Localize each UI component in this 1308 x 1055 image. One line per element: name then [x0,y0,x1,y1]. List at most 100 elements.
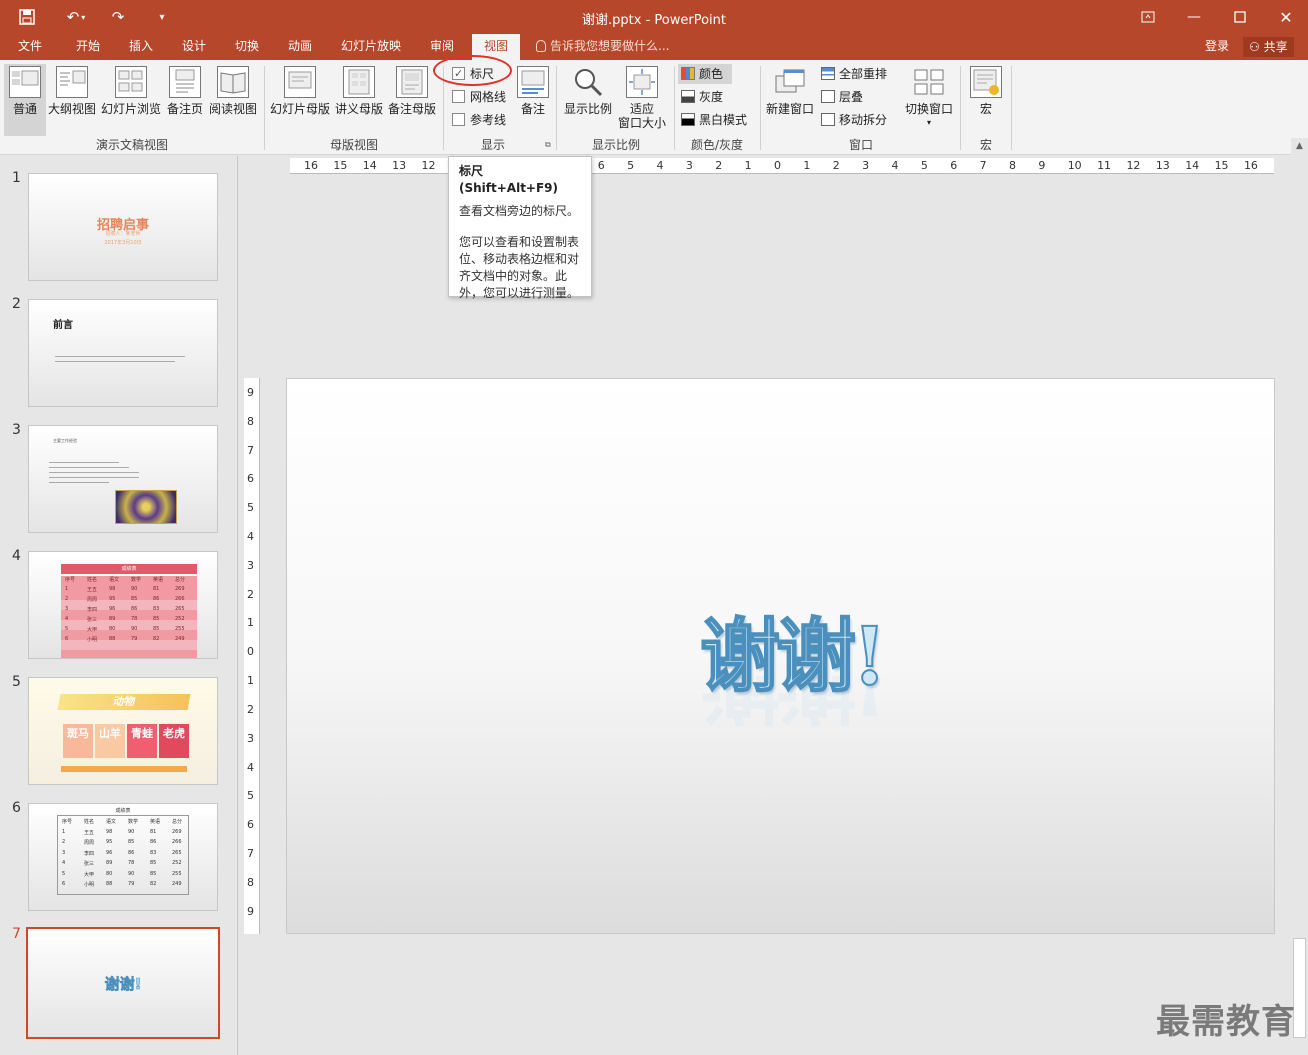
window-title: 谢谢.pptx - PowerPoint [582,13,726,28]
guides-checkbox[interactable]: 参考线 [452,110,506,130]
thumb-table-cell: 86 [150,839,157,845]
slide-thumbnail-6[interactable]: 成绩表 序号 姓名 语文 数学 英语 总分 1 王五 98 90 81 269 2 周周 95 85 86 266… [28,803,218,911]
thumb-table-cell: 96 [109,606,116,612]
dialog-launcher-icon[interactable]: ⧉ [545,140,551,150]
macros-button[interactable]: 宏 [966,64,1006,136]
minimize-icon[interactable]: — [1176,4,1212,30]
new-window-button[interactable]: 新建窗口 [764,64,816,136]
thumb-table-cell: 6 [65,636,69,642]
group-color: 颜色/灰度 [690,138,744,152]
wordart-thanks[interactable]: 谢谢! [699,606,910,706]
outline-view-button[interactable]: 大纲视图 [48,64,96,136]
notes-page-button[interactable]: 备注页 [164,64,206,136]
slide-thumbnail-4[interactable]: 成绩表 序号 姓名 语文 数学 英语 总分 1 王五 98 90 81 269 2 周周 95 85 86 266… [28,551,218,659]
slide-thumbnail-7[interactable]: 谢谢! [26,927,220,1039]
tell-me-box[interactable]: 告诉我您想要做什么... [536,34,669,60]
tab-animations[interactable]: 动画 [280,34,320,60]
color-button[interactable]: 颜色 [678,64,732,84]
thumb-date: 2017年3月10日 [104,240,142,246]
tab-transitions[interactable]: 切换 [227,34,267,60]
tab-file[interactable]: 文件 [10,34,50,60]
reading-view-button[interactable]: 阅读视图 [208,64,258,136]
ruler-tick-label: 5 [247,501,254,515]
login-link[interactable]: 登录 [1205,34,1229,58]
thumb-table-cell: 266 [172,839,182,845]
thumb-table-cell: 85 [150,860,157,866]
slide-thumbnail-1[interactable]: 招聘启事 招聘人：某老师 2017年3月10日 [28,173,218,281]
fit-to-window-button[interactable]: 适应 窗口大小 [616,64,668,136]
thumb-table-cell: 95 [109,596,116,602]
thumb-table-cell: 王五 [84,829,95,836]
person-icon: ⚇ [1249,40,1260,54]
powerpoint-window: ↶ ▾ ↷ ▾ 谢谢.pptx - PowerPoint — ✕ 文件 开始 插… [0,0,1308,1055]
slide-number: 2 [12,296,21,312]
color-swatch-icon [681,67,695,80]
ruler-tick-label: 3 [685,159,693,172]
switch-windows-button[interactable]: 切换窗口 ▾ [902,64,956,136]
close-icon[interactable]: ✕ [1268,4,1304,30]
thumb-table-cell: 姓名 [87,577,98,583]
thumb-table-cell: 90 [131,626,138,632]
share-button[interactable]: ⚇ 共享 [1243,37,1294,57]
normal-view-button[interactable]: 普通 [4,64,46,136]
tab-slideshow[interactable]: 幻灯片放映 [334,34,408,60]
tab-insert[interactable]: 插入 [121,34,161,60]
notes-button[interactable]: 备注 [514,64,552,136]
new-window-label: 新建窗口 [765,102,814,116]
black-white-icon [681,113,695,126]
ribbon-separator [556,66,557,150]
cascade-button[interactable]: 层叠 [821,87,863,107]
slide-sorter-button[interactable]: 幻灯片浏览 [100,64,162,136]
thumb-table-cell: 85 [128,839,135,845]
scroll-up-icon[interactable]: ▲ [1291,138,1308,154]
gridlines-label: 网格线 [470,90,507,104]
fit-label-line1: 适应 [629,102,654,116]
slide-thumbnail-2[interactable]: 前言 [28,299,218,407]
horizontal-ruler[interactable]: 1615141312111098765432101234567891011121… [290,158,1274,174]
ribbon-display-options-icon[interactable] [1130,4,1166,30]
black-white-button[interactable]: 黑白模式 [681,110,747,130]
thumb-table-cell: 266 [175,596,185,602]
ruler-tick-label: 14 [1185,159,1200,172]
zoom-button[interactable]: 显示比例 [562,64,614,136]
tab-home[interactable]: 开始 [68,34,108,60]
dropdown-chevron-icon: ▾ [926,118,931,127]
vertical-scrollbar[interactable]: ▲ [1291,138,1308,1055]
thumb-table-cell: 张三 [87,617,98,623]
ruler-tick-label: 9 [247,386,254,399]
cascade-icon [821,90,835,103]
thumb-table-cell: 265 [175,606,185,612]
ruler-tick-label: 3 [247,731,254,745]
notes-master-button[interactable]: 备注母版 [386,64,438,136]
tab-design[interactable]: 设计 [174,34,214,60]
grayscale-button[interactable]: 灰度 [681,87,723,107]
handout-master-button[interactable]: 讲义母版 [334,64,384,136]
group-macros: 宏 [979,138,992,152]
ruler-tick-label: 16 [304,159,318,172]
slide-thumbnail-pane[interactable]: 1 招聘启事 招聘人：某老师 2017年3月10日 2 前言 3 主要工作经验 … [0,156,238,1055]
slide-number: 3 [12,422,21,438]
move-split-button[interactable]: 移动拆分 [821,110,887,130]
slide-thumbnail-5[interactable]: 动物 斑马 山羊 青蛙 老虎 [28,677,218,785]
thumb-animal-cell: 斑马 [63,724,93,758]
thumb-score-table-6: 序号 姓名 语文 数学 英语 总分 1 王五 98 90 81 269 2 周周 95 85 86 266 3 李四 9… [57,815,189,895]
magnifier-icon [572,66,604,98]
gridlines-checkbox[interactable]: 网格线 [452,87,506,107]
ruler-tick-label: 1 [744,159,752,172]
thumb-table-cell: 5 [65,626,69,632]
slide-thumbnail-3[interactable]: 主要工作经验 [28,425,218,533]
thumb-table-cell: 李四 [87,607,98,613]
thumb-table-cell: 总分 [172,819,183,825]
slide-number: 5 [12,674,21,690]
thumb-table-cell: 王五 [87,587,98,593]
ruler-tick-label: 1 [247,616,254,630]
thumb-table-cell: 252 [175,616,185,622]
ruler-tick-label: 7 [247,846,254,860]
vertical-ruler[interactable]: 9 8 7 6 5 4 3 2 1 0 1 2 3 4 5 6 7 8 9 [244,378,260,934]
maximize-icon[interactable] [1222,4,1258,30]
ruler-tick-label: 4 [247,760,254,774]
arrange-all-button[interactable]: 全部重排 [821,64,887,84]
thumb-table-cell: 序号 [62,819,73,825]
thumb-table-cell: 3 [62,849,66,856]
slide-master-button[interactable]: 幻灯片母版 [268,64,332,136]
